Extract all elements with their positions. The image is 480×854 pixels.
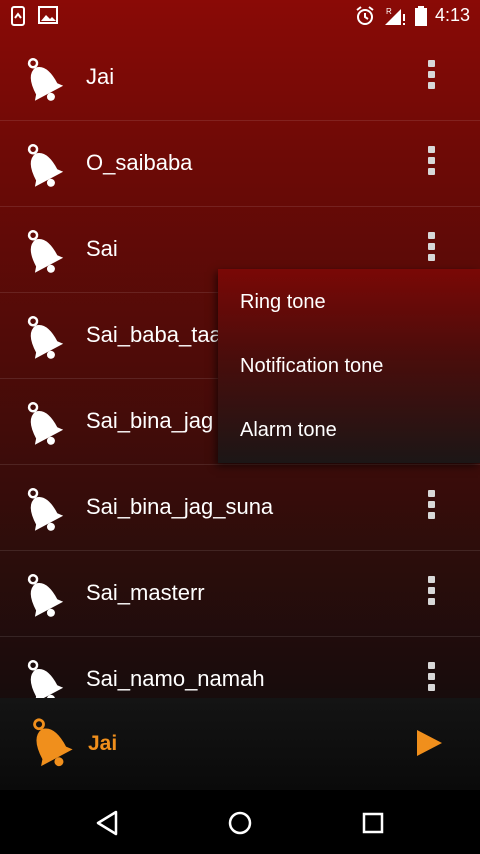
phone-sync-icon [11,6,25,26]
app-screen: R 4:13 Jai O_saibaba Sai Sai_baba_taa Sa… [0,0,480,854]
svg-text:R: R [386,7,392,16]
ringtone-title: Sai_namo_namah [86,666,265,691]
signal-roaming-icon: R [384,7,405,25]
more-options-icon[interactable] [424,232,438,268]
ringtone-title: O_saibaba [86,150,193,175]
list-item[interactable]: Sai_masterr [0,550,480,637]
ringtone-title: Sai_masterr [86,580,205,605]
navigation-bar [0,790,480,854]
list-item[interactable]: Sai_namo_namah [0,636,480,698]
more-options-icon[interactable] [424,662,438,698]
ringtone-title: Sai [86,236,118,261]
set-as-menu: Ring tone Notification tone Alarm tone [218,269,480,463]
bell-icon [27,659,64,698]
bell-icon [33,718,73,767]
status-time: 4:13 [434,5,470,25]
ringtone-title: Sai_bina_jag_suna [86,494,274,519]
back-icon[interactable] [92,808,122,838]
bell-icon [27,57,64,101]
home-icon[interactable] [225,808,255,838]
play-icon[interactable] [414,728,444,758]
menu-item-notification-tone[interactable]: Notification tone [240,355,383,378]
recents-icon[interactable] [358,808,388,838]
ringtone-title: Jai [86,64,115,89]
status-bar: R 4:13 [0,0,480,34]
now-playing-bar: Jai [0,698,480,790]
menu-item-alarm-tone[interactable]: Alarm tone [240,419,337,442]
menu-item-ring-tone[interactable]: Ring tone [240,291,326,314]
ringtone-title: Sai_baba_taa [86,322,222,347]
list-item[interactable]: Jai [0,34,480,121]
ringtone-title: Sai_bina_jag [86,408,214,433]
more-options-icon[interactable] [424,146,438,182]
bell-icon [27,315,64,359]
image-icon [38,6,58,24]
bell-icon [27,143,64,187]
list-item[interactable]: Sai_bina_jag_suna [0,464,480,551]
now-playing-title: Jai [88,732,118,755]
more-options-icon[interactable] [424,576,438,612]
more-options-icon[interactable] [424,60,438,96]
alarm-icon [356,5,374,25]
bell-icon [27,229,64,273]
battery-icon [414,5,427,26]
list-item[interactable]: O_saibaba [0,120,480,207]
bell-icon [27,401,64,445]
bell-icon [27,573,64,617]
bell-icon [27,487,64,531]
more-options-icon[interactable] [424,490,438,526]
